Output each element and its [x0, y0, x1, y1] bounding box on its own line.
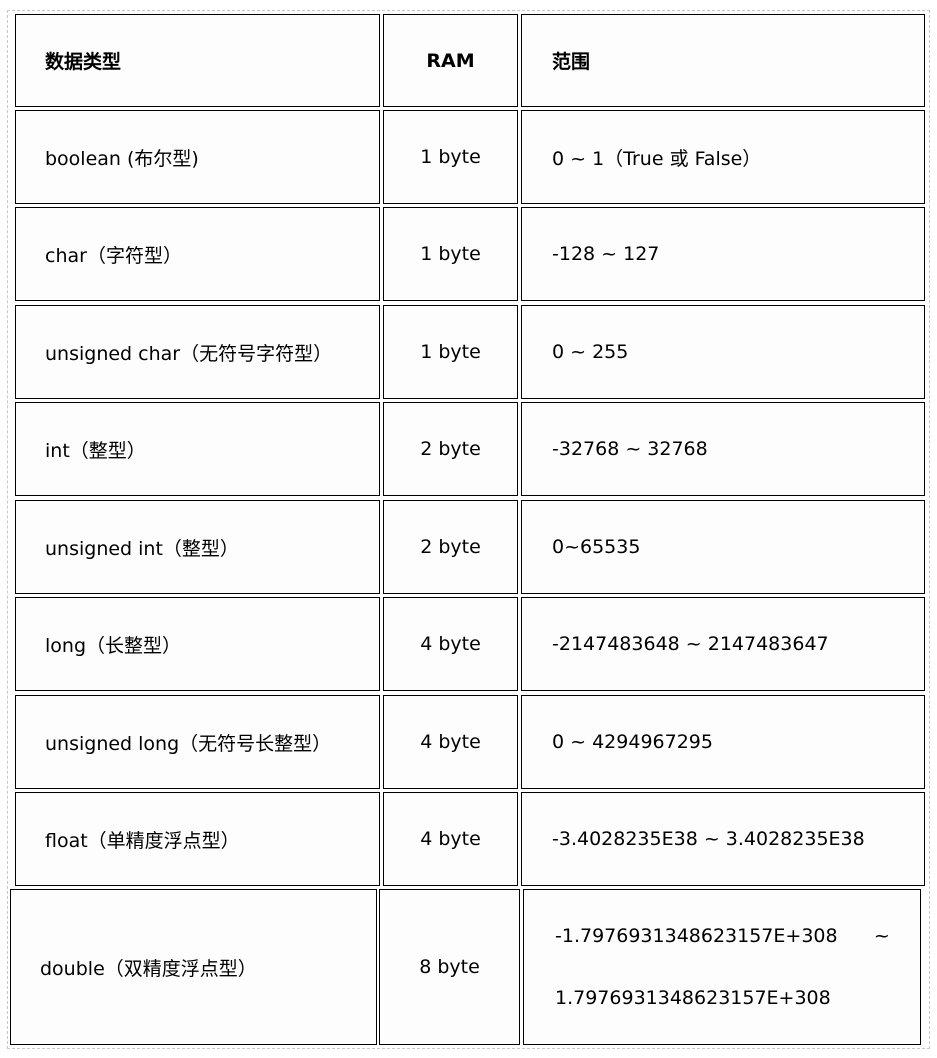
table-row-range: 0 ~ 4294967295 [521, 695, 925, 789]
table-row-ram: 8 byte [379, 889, 520, 1045]
table-row-range: -2147483648 ~ 2147483647 [521, 597, 925, 691]
table-row-range: 0 ~ 255 [521, 305, 925, 399]
table-row-ram: 1 byte [383, 110, 518, 204]
table-row-range: -128 ~ 127 [521, 207, 925, 301]
table-row-range: -32768 ~ 32768 [521, 402, 925, 496]
range-line-2: 1.7976931348623157E+308 [555, 987, 831, 1009]
table-row-type: long（长整型） [15, 597, 380, 691]
table-row-ram: 4 byte [383, 792, 518, 886]
table-row-ram: 1 byte [383, 207, 518, 301]
table-row-type: char（字符型） [15, 207, 380, 301]
table-row-type: double（双精度浮点型） [10, 889, 377, 1045]
table-row-range: 0 ~ 1（True 或 False） [521, 110, 925, 204]
table-row-ram: 2 byte [383, 402, 518, 496]
table-row-type: float（单精度浮点型） [15, 792, 380, 886]
table-row-ram: 4 byte [383, 597, 518, 691]
table-row-type: unsigned char（无符号字符型） [15, 305, 380, 399]
header-range: 范围 [521, 14, 925, 107]
table-row-range: -3.4028235E38 ~ 3.4028235E38 [521, 792, 925, 886]
table-row-ram: 2 byte [383, 500, 518, 594]
table-row-type: boolean (布尔型) [15, 110, 380, 204]
table-row-range: 0~65535 [521, 500, 925, 594]
table-row-type: unsigned int（整型） [15, 500, 380, 594]
table-row-range: -1.7976931348623157E+308 ~ 1.79769313486… [523, 889, 921, 1045]
header-data-type: 数据类型 [15, 14, 380, 107]
table-row-ram: 4 byte [383, 695, 518, 789]
table-row-type: int（整型） [15, 402, 380, 496]
header-ram: RAM [383, 14, 518, 107]
table-row-type: unsigned long（无符号长整型） [15, 695, 380, 789]
range-line-1: -1.7976931348623157E+308 ~ [555, 925, 890, 947]
table-row-ram: 1 byte [383, 305, 518, 399]
